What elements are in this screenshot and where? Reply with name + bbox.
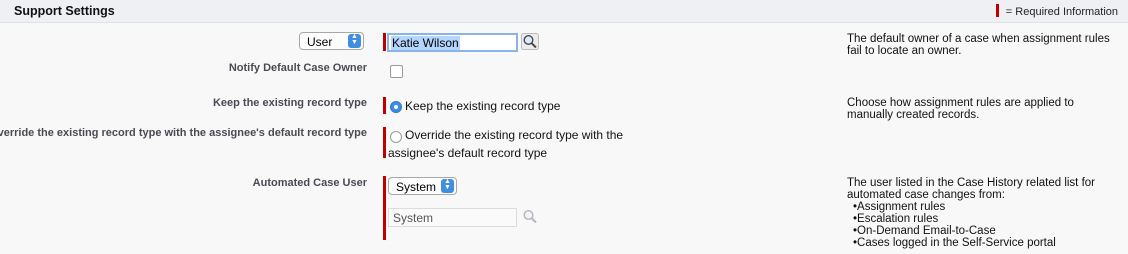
list-item: Assignment rules <box>847 201 1117 213</box>
required-indicator <box>383 127 386 158</box>
keep-record-type-radio[interactable] <box>390 101 402 113</box>
keep-record-type-option: Keep the existing record type <box>405 99 561 113</box>
override-record-type-option: Override the existing record type with t… <box>388 128 624 160</box>
owner-type-select[interactable]: User ▲ ▼ <box>299 32 364 50</box>
automated-case-user-help-list: Assignment rules Escalation rules On-Dem… <box>847 201 1117 249</box>
default-owner-value: Katie Wilson <box>391 36 460 50</box>
lookup-icon <box>523 209 537 224</box>
section-header: Support Settings = Required Information <box>0 0 1128 23</box>
section-title: Support Settings <box>14 4 115 18</box>
select-arrows-icon: ▲ ▼ <box>441 178 454 193</box>
automated-user-type-select[interactable]: System ▲ ▼ <box>388 177 457 195</box>
required-legend: = Required Information <box>995 4 1118 18</box>
automated-user-value: System <box>393 211 434 225</box>
owner-type-select-value: User <box>307 35 333 49</box>
notify-default-owner-checkbox[interactable] <box>390 65 403 78</box>
notify-default-owner-label: Notify Default Case Owner <box>228 62 367 74</box>
lookup-icon[interactable] <box>521 33 539 50</box>
automated-case-user-help: The user listed in the Case History rela… <box>847 177 1117 249</box>
required-indicator <box>383 176 386 240</box>
required-marker <box>995 4 999 17</box>
required-legend-text: = Required Information <box>1005 6 1118 18</box>
default-owner-help: The default owner of a case when assignm… <box>847 33 1110 57</box>
required-indicator <box>383 33 386 51</box>
list-item: Escalation rules <box>847 213 1117 225</box>
automated-user-type-select-value: System <box>396 180 437 194</box>
list-item: On-Demand Email-to-Case <box>847 225 1117 237</box>
keep-record-type-label: Keep the existing record type <box>212 97 367 109</box>
automated-user-input[interactable]: System <box>388 208 517 227</box>
required-indicator <box>383 97 386 114</box>
automated-case-user-help-intro: The user listed in the Case History rela… <box>847 177 1095 201</box>
list-item: Cases logged in the Self-Service portal <box>847 237 1117 249</box>
override-record-type-label: Override the existing record type with t… <box>0 127 367 139</box>
automated-case-user-label: Automated Case User <box>252 177 367 189</box>
default-owner-input[interactable]: Katie Wilson <box>387 33 518 52</box>
select-arrows-icon: ▲ ▼ <box>348 33 361 48</box>
record-type-help: Choose how assignment rules are applied … <box>847 97 1074 121</box>
